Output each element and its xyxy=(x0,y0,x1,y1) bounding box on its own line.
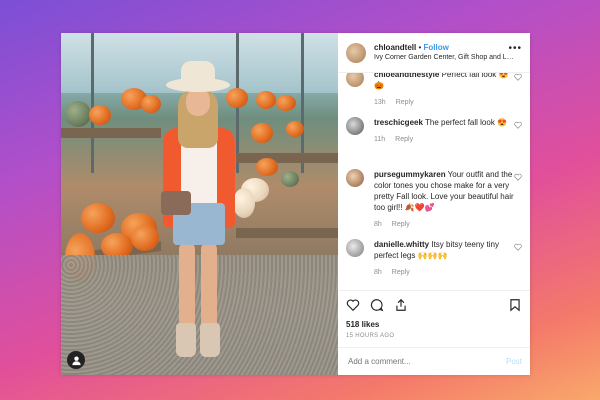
comment-like-icon[interactable] xyxy=(514,121,522,129)
greenhouse-pole xyxy=(301,33,304,173)
instagram-post: chloandtell • Follow Ivy Corner Garden C… xyxy=(61,33,530,375)
greenhouse-pole xyxy=(91,33,94,173)
pumpkin xyxy=(281,171,299,187)
boot xyxy=(200,323,220,357)
boot xyxy=(176,323,196,357)
heart-icon[interactable] xyxy=(346,298,360,312)
add-comment-input[interactable] xyxy=(346,356,506,367)
comment-item: danielle.whitty Itsy bitsy teeny tiny pe… xyxy=(346,239,522,278)
tagged-user-icon[interactable] xyxy=(67,351,85,369)
comment-like-icon[interactable] xyxy=(514,243,522,251)
reply-button[interactable]: Reply xyxy=(396,99,414,106)
author-username[interactable]: chloandtell xyxy=(374,43,416,52)
add-comment-bar: Post xyxy=(338,347,530,375)
pumpkin xyxy=(256,158,278,176)
pumpkin xyxy=(233,188,255,218)
comment-text: The perfect fall look 😍 xyxy=(425,118,507,127)
gravel-ground xyxy=(61,255,338,375)
pumpkin xyxy=(131,225,159,251)
comment-like-icon[interactable] xyxy=(514,73,522,81)
commenter-avatar[interactable] xyxy=(346,117,364,135)
comments-list[interactable]: chloeandthestyle Perfect fall look 😍🎃 13… xyxy=(338,73,530,290)
comment-like-icon[interactable] xyxy=(514,173,522,181)
more-icon[interactable]: ••• xyxy=(508,43,522,54)
comment-time: 13h xyxy=(374,99,386,106)
pumpkin xyxy=(141,95,161,113)
action-bar xyxy=(338,290,530,319)
location-link[interactable]: Ivy Corner Garden Center, Gift Shop and … xyxy=(374,53,516,63)
comment-username[interactable]: danielle.whitty xyxy=(374,240,429,249)
comment-username[interactable]: chloeandthestyle xyxy=(374,73,439,79)
likes-count[interactable]: 518 likes xyxy=(338,319,530,331)
separator-dot: • xyxy=(418,43,422,52)
comment-username[interactable]: pursegummykaren xyxy=(374,170,446,179)
pumpkin xyxy=(81,203,115,233)
follow-button[interactable]: Follow xyxy=(424,43,449,52)
reply-button[interactable]: Reply xyxy=(392,269,410,276)
header-text: chloandtell • Follow Ivy Corner Garden C… xyxy=(374,42,516,63)
comment-time: 11h xyxy=(374,136,386,143)
commenter-avatar[interactable] xyxy=(346,169,364,187)
face xyxy=(186,88,210,116)
commenter-avatar[interactable] xyxy=(346,73,364,87)
handbag xyxy=(161,191,191,215)
pumpkin xyxy=(65,101,91,127)
shelf xyxy=(236,153,338,163)
comment-item: treschicgeek The perfect fall look 😍 11h… xyxy=(346,117,522,145)
pumpkin xyxy=(276,95,296,111)
comment-time: 8h xyxy=(374,269,382,276)
post-sidebar: chloandtell • Follow Ivy Corner Garden C… xyxy=(338,33,530,375)
comment-item: chloeandthestyle Perfect fall look 😍🎃 13… xyxy=(346,73,522,108)
comment-icon[interactable] xyxy=(370,298,384,312)
reply-button[interactable]: Reply xyxy=(392,221,410,228)
pumpkin xyxy=(226,88,248,108)
hat-crown xyxy=(181,61,215,85)
comment-time: 8h xyxy=(374,221,382,228)
comment-username[interactable]: treschicgeek xyxy=(374,118,423,127)
bookmark-icon[interactable] xyxy=(508,298,522,312)
post-timestamp: 15 HOURS AGO xyxy=(346,333,395,339)
post-header: chloandtell • Follow Ivy Corner Garden C… xyxy=(338,33,530,73)
commenter-avatar[interactable] xyxy=(346,239,364,257)
reply-button[interactable]: Reply xyxy=(395,136,413,143)
pumpkin xyxy=(251,123,273,143)
pumpkin xyxy=(256,91,276,109)
comment-item: pursegummykaren Your outfit and the colo… xyxy=(346,169,522,230)
pumpkin xyxy=(89,105,111,125)
pumpkin xyxy=(286,121,304,137)
shelf xyxy=(61,128,161,138)
post-comment-button[interactable]: Post xyxy=(506,357,522,366)
share-icon[interactable] xyxy=(394,298,408,312)
author-avatar[interactable] xyxy=(346,42,366,63)
post-photo[interactable] xyxy=(61,33,338,375)
shelf xyxy=(236,228,338,238)
